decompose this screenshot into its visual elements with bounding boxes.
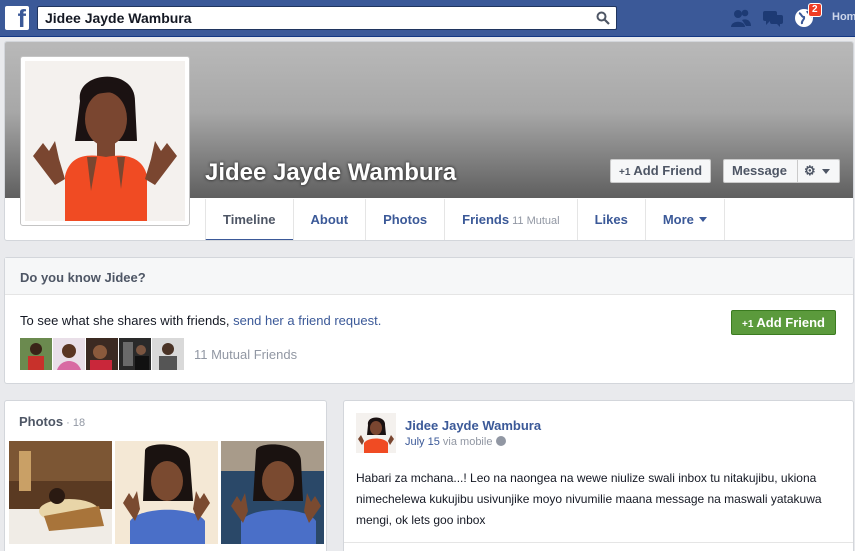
friend-request-prompt: To see what she shares with friends, sen…: [20, 313, 381, 328]
mutual-friend-avatar[interactable]: [152, 338, 184, 370]
profile-picture[interactable]: [20, 56, 190, 226]
friend-requests-icon[interactable]: [730, 8, 752, 28]
tab-label: More: [662, 212, 694, 227]
globe-icon: [496, 436, 507, 446]
photos-title: Photos: [19, 414, 64, 429]
plus-one-icon: +1: [619, 167, 631, 178]
profile-tabs: Timeline About Photos Friends 11 Mutual L…: [205, 199, 725, 240]
tab-label: Timeline: [223, 212, 276, 227]
photos-count: 18: [72, 417, 86, 429]
profile-photo-image: [25, 61, 185, 221]
search-input[interactable]: Jidee Jayde Wambura: [37, 6, 617, 30]
chevron-down-icon: [698, 217, 707, 222]
photos-heading[interactable]: Photos · 18: [19, 414, 85, 429]
tab-likes[interactable]: Likes: [576, 199, 645, 240]
post-body: Habari za mchana...! Leo na naongea na w…: [356, 471, 822, 527]
mutual-friend-avatar[interactable]: [86, 338, 118, 370]
tab-label: Friends: [462, 212, 510, 227]
tab-label: Likes: [594, 212, 628, 227]
chevron-down-icon[interactable]: [822, 169, 830, 174]
message-label: Message: [732, 163, 787, 178]
mutual-friends-thumbnails: [20, 338, 184, 370]
post-author-name[interactable]: Jidee Jayde Wambura: [405, 418, 541, 433]
send-friend-request-link[interactable]: send her a friend request.: [233, 313, 381, 328]
search-value: Jidee Jayde Wambura: [45, 10, 192, 26]
photo-thumbnail[interactable]: [9, 441, 112, 544]
tab-more[interactable]: More: [644, 199, 725, 240]
prompt-text: To see what she shares with friends,: [20, 313, 234, 328]
mutual-count: 11 Mutual: [512, 215, 560, 227]
timeline-post: Jidee Jayde Wambura July 15 via mobile H…: [343, 400, 854, 551]
mutual-friend-avatar[interactable]: [119, 338, 151, 370]
tab-friends[interactable]: Friends 11 Mutual: [444, 199, 576, 240]
mutual-friend-avatar[interactable]: [20, 338, 52, 370]
divider: [344, 542, 853, 543]
photo-thumbnail[interactable]: [115, 441, 218, 544]
plus-one-icon: +1: [741, 319, 754, 330]
add-friend-green-button[interactable]: +1 Add Friend: [731, 310, 836, 335]
button-divider: [797, 160, 798, 182]
tab-timeline[interactable]: Timeline: [205, 199, 293, 240]
mutual-friend-avatar[interactable]: [53, 338, 85, 370]
facebook-logo-icon[interactable]: f: [5, 6, 29, 30]
do-you-know-heading: Do you know Jidee?: [5, 258, 853, 295]
post-author-avatar[interactable]: [356, 413, 396, 453]
profile-name: Jidee Jayde Wambura: [205, 159, 457, 186]
home-link[interactable]: Hom: [832, 11, 855, 23]
message-button[interactable]: Message ⚙: [723, 159, 840, 183]
tab-label: Photos: [383, 212, 428, 227]
mutual-friends-count[interactable]: 11 Mutual Friends: [194, 347, 297, 362]
notification-badge: 2: [808, 3, 822, 17]
photos-separator: ·: [63, 417, 73, 429]
add-friend-label: Add Friend: [756, 315, 825, 330]
tab-label: About: [310, 212, 349, 227]
post-meta: July 15 via mobile: [405, 436, 507, 448]
photo-thumbnail[interactable]: [221, 441, 324, 544]
top-bar: f Jidee Jayde Wambura 2 Hom: [0, 0, 855, 37]
tab-about[interactable]: About: [292, 199, 366, 240]
messages-icon[interactable]: [762, 8, 784, 28]
post-via: via mobile: [439, 436, 493, 448]
add-friend-label: Add Friend: [633, 163, 703, 178]
do-you-know-card: Do you know Jidee? To see what she share…: [4, 257, 854, 384]
search-icon[interactable]: [596, 11, 610, 25]
gear-icon[interactable]: ⚙: [804, 160, 816, 182]
profile-header: Jidee Jayde Wambura +1 Add Friend Message…: [4, 41, 854, 241]
tab-photos[interactable]: Photos: [365, 199, 444, 240]
add-friend-button[interactable]: +1 Add Friend: [610, 159, 712, 183]
post-date[interactable]: July 15: [405, 436, 440, 448]
photos-card: Photos · 18: [4, 400, 327, 551]
